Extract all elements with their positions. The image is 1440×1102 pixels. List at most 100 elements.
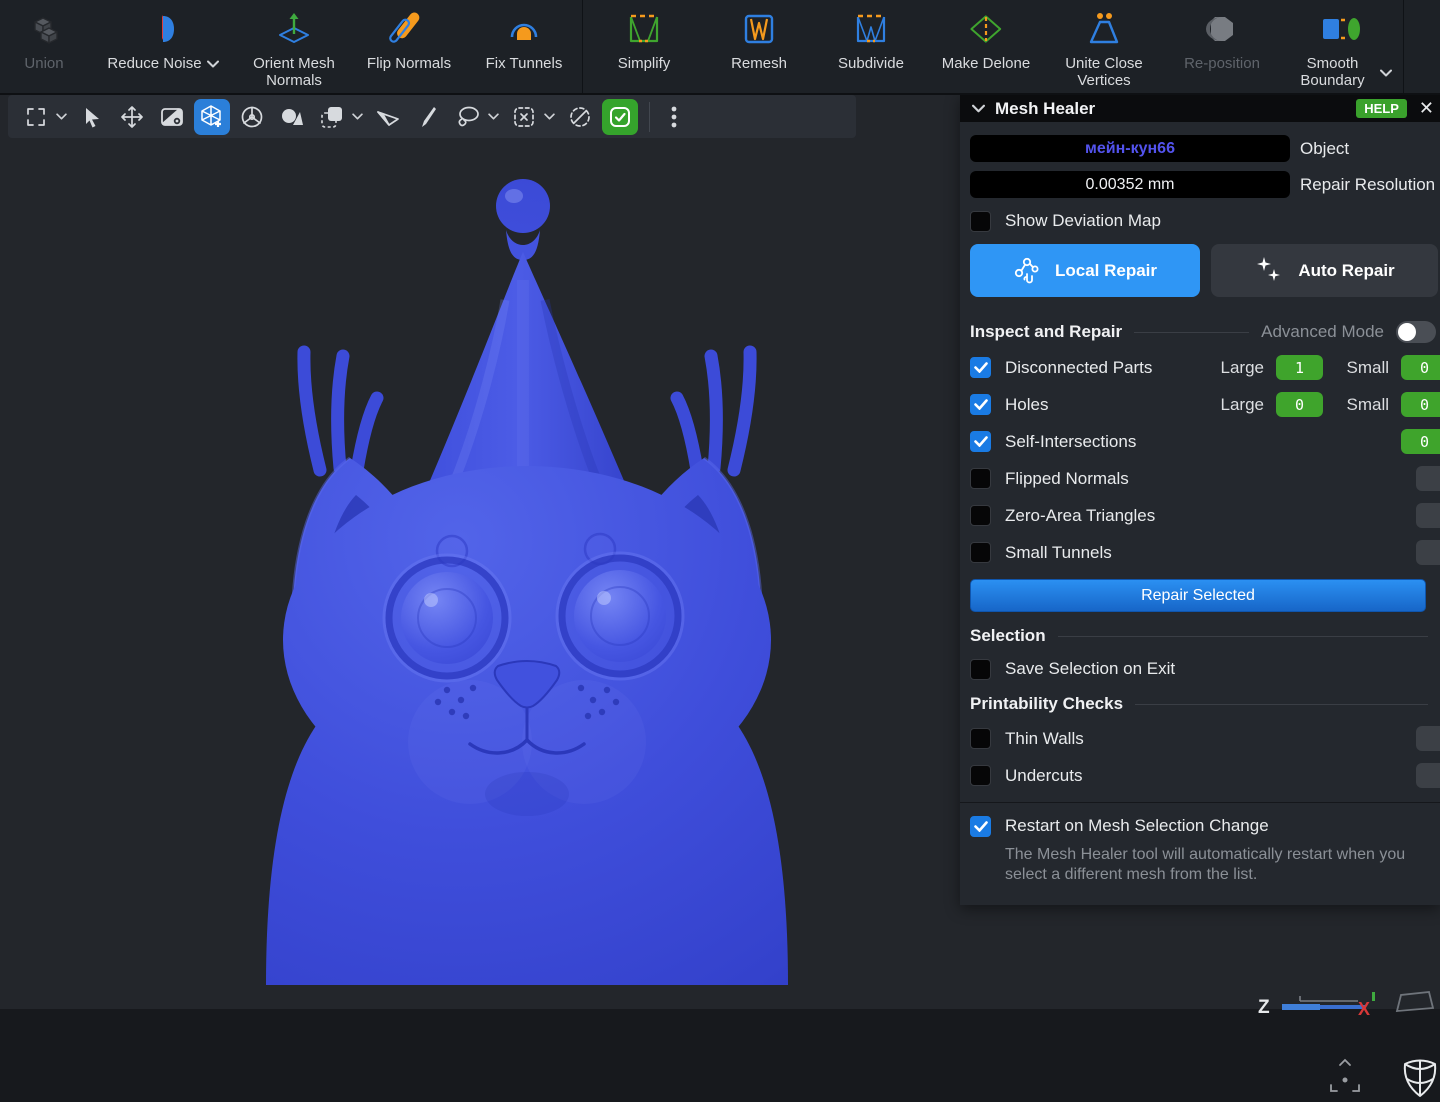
toolbar-label: Make Delone [942, 56, 1030, 73]
toolbar-separator [1403, 0, 1404, 93]
row-label: Thin Walls [1005, 729, 1416, 749]
cat-eye-right [557, 553, 683, 679]
chevron-down-icon [1380, 69, 1392, 77]
toolbar-button-fix-tunnels[interactable]: Fix Tunnels [468, 0, 580, 93]
expand-view-icon[interactable] [18, 99, 54, 135]
row-label: Undercuts [1005, 766, 1416, 786]
selection-section-title: Selection [970, 626, 1046, 646]
duplicate-icon[interactable] [314, 99, 350, 135]
reduce-noise-icon [145, 9, 181, 49]
selection-toolbar [8, 95, 856, 138]
orbit-icon[interactable] [234, 99, 270, 135]
chevron-down-icon[interactable] [350, 113, 364, 120]
disconnected-parts-checkbox[interactable] [970, 357, 991, 378]
chevron-down-icon[interactable] [542, 113, 556, 120]
simplify-icon [626, 9, 662, 49]
undercuts-checkbox[interactable] [970, 765, 991, 786]
view-shield-icon[interactable] [1405, 1060, 1435, 1096]
save-selection-checkbox[interactable] [970, 659, 991, 680]
axis-x-label: X [1358, 999, 1370, 1019]
close-icon[interactable]: ✕ [1417, 98, 1436, 119]
inspect-section-header: Inspect and Repair Advanced Mode [970, 321, 1438, 343]
brush-select-icon[interactable] [410, 99, 446, 135]
toolbar-label: Remesh [731, 56, 787, 73]
shapes-select-icon[interactable] [274, 99, 310, 135]
thin-walls-checkbox[interactable] [970, 728, 991, 749]
count-badge-empty [1416, 466, 1440, 491]
display-settings-icon[interactable] [154, 99, 190, 135]
smooth-boundary-icon [1320, 9, 1362, 49]
toolbar-button-flip-normals[interactable]: Flip Normals [350, 0, 468, 93]
toolbar-button-reduce-noise[interactable]: Reduce Noise [88, 0, 238, 93]
show-deviation-map-checkbox[interactable] [970, 211, 991, 232]
toolbar-separator [582, 0, 583, 93]
show-deviation-map-label: Show Deviation Map [1005, 211, 1161, 231]
small-column-label: Small [1337, 395, 1389, 415]
toolbar-button-re-position[interactable]: Re-position [1163, 0, 1281, 93]
repair-selected-button[interactable]: Repair Selected [970, 579, 1426, 612]
local-repair-label: Local Repair [1055, 261, 1157, 281]
make-delone-icon [966, 9, 1006, 49]
mesh-healer-app: { "colors": { "accent_blue": "#2f96f5", … [0, 0, 1440, 1009]
self-intersections-checkbox[interactable] [970, 431, 991, 452]
toolbar-button-smooth-boundary[interactable]: Smooth Boundary [1281, 0, 1401, 93]
help-button[interactable]: HELP [1356, 99, 1407, 118]
inspect-row-flipped-normals: Flipped Normals [970, 460, 1438, 497]
focus-center-icon[interactable] [1331, 1060, 1359, 1091]
add-mesh-selection-icon[interactable] [194, 99, 230, 135]
toolbar-button-simplify[interactable]: Simplify [585, 0, 703, 93]
union-icon [25, 9, 63, 49]
toolbar-label: Simplify [618, 56, 671, 73]
count-badge-empty [1416, 763, 1440, 788]
selection-section-header: Selection [970, 626, 1438, 646]
toolbar-label: Unite Close Vertices [1045, 56, 1163, 90]
auto-repair-button[interactable]: Auto Repair [1211, 244, 1438, 297]
lasso-select-icon[interactable] [450, 99, 486, 135]
row-label: Small Tunnels [1005, 543, 1416, 563]
deselect-all-icon[interactable] [562, 99, 598, 135]
repair-resolution-field[interactable]: 0.00352 mm [970, 171, 1290, 198]
toolbar-button-union[interactable]: Union [0, 0, 88, 93]
toolbar-label: Re-position [1184, 56, 1260, 73]
toolbar-button-unite-close-vertices[interactable]: Unite Close Vertices [1045, 0, 1163, 93]
chevron-down-icon[interactable] [486, 113, 500, 120]
toolbar-label: Union [24, 56, 63, 73]
toolbar-button-orient-mesh-normals[interactable]: Orient Mesh Normals [238, 0, 350, 93]
toolbar-button-remesh[interactable]: Remesh [703, 0, 815, 93]
local-repair-icon [1013, 256, 1043, 286]
advanced-mode-toggle[interactable] [1396, 321, 1436, 343]
deselect-region-icon[interactable] [506, 99, 542, 135]
restart-checkbox[interactable] [970, 816, 991, 837]
collapse-chevron-icon[interactable] [972, 104, 985, 113]
large-column-label: Large [1212, 358, 1264, 378]
row-label: Zero-Area Triangles [1005, 506, 1416, 526]
flipped-normals-checkbox[interactable] [970, 468, 991, 489]
axis-z-label: Z [1258, 997, 1270, 1018]
inspect-row-zero-area-triangles: Zero-Area Triangles [970, 497, 1438, 534]
holes-checkbox[interactable] [970, 394, 991, 415]
toolbar-label: Subdivide [838, 56, 904, 73]
chevron-down-icon [207, 60, 219, 68]
printability-row-thin-walls: Thin Walls [970, 720, 1438, 757]
move-icon[interactable] [114, 99, 150, 135]
local-repair-button[interactable]: Local Repair [970, 244, 1200, 297]
zero-area-triangles-checkbox[interactable] [970, 505, 991, 526]
confirm-icon[interactable] [602, 99, 638, 135]
toolbar-label: Reduce Noise [107, 56, 201, 73]
object-name-field[interactable]: мейн-кун66 [970, 135, 1290, 162]
small-count-badge: 0 [1401, 355, 1440, 380]
printability-section-header: Printability Checks [970, 694, 1438, 714]
show-deviation-map-row: Show Deviation Map [970, 204, 1438, 238]
chevron-down-icon[interactable] [54, 113, 68, 120]
axis-gizmo: Z X [1250, 989, 1440, 1021]
re-position-icon [1203, 9, 1241, 49]
toolbar-button-make-delone[interactable]: Make Delone [927, 0, 1045, 93]
toolbar-button-subdivide[interactable]: Subdivide [815, 0, 927, 93]
plane-cut-icon[interactable] [370, 99, 406, 135]
more-options-icon[interactable] [661, 99, 687, 135]
small-tunnels-checkbox[interactable] [970, 542, 991, 563]
top-toolbar: Union Reduce Noise Orient Mesh Normals F [0, 0, 1440, 95]
select-cursor-icon[interactable] [74, 99, 110, 135]
large-count-badge: 1 [1276, 355, 1323, 380]
panel-title: Mesh Healer [995, 99, 1095, 119]
